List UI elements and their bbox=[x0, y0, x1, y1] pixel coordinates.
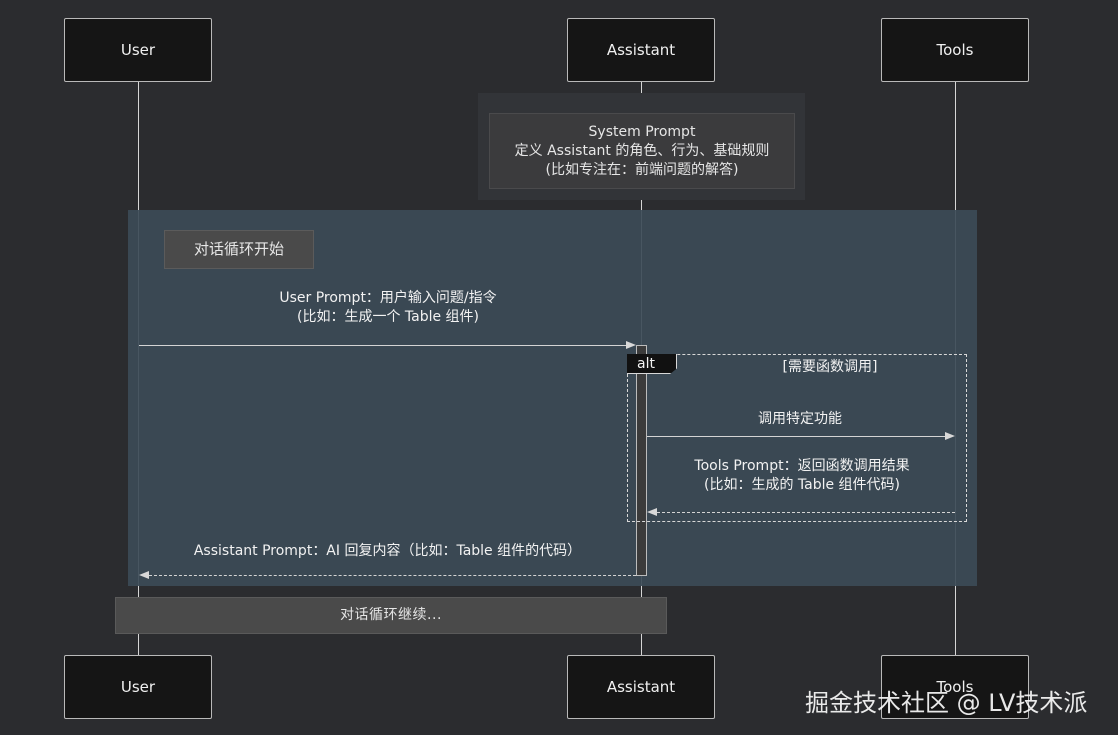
alt-condition: [需要函数调用] bbox=[782, 359, 878, 375]
user-prompt-label: User Prompt：用户输入问题/指令 (比如：生成一个 Table 组件) bbox=[238, 289, 538, 327]
assistant-to-user-arrowhead bbox=[139, 571, 149, 579]
tools-prompt-line-2: (比如：生成的 Table 组件代码) bbox=[703, 477, 901, 493]
assistant-reply-label: Assistant Prompt：AI 回复内容（比如：Table 组件的代码） bbox=[193, 543, 582, 559]
loop-continue-note: 对话循环继续... bbox=[115, 597, 667, 634]
assistant-actor-bottom: Assistant bbox=[567, 655, 715, 719]
tools-prompt-label: Tools Prompt：返回函数调用结果 (比如：生成的 Table 组件代码… bbox=[662, 457, 942, 495]
alt-fragment bbox=[627, 354, 967, 522]
assistant-actor-top: Assistant bbox=[567, 18, 715, 82]
user-to-assistant-arrowhead bbox=[626, 341, 636, 349]
assistant-to-tools-arrowhead bbox=[945, 432, 955, 440]
tools-actor-top: Tools bbox=[881, 18, 1029, 82]
user-prompt-line-2: (比如：生成一个 Table 组件) bbox=[296, 309, 480, 325]
assistant-to-user-arrow bbox=[149, 575, 636, 576]
user-prompt-line-1: User Prompt：用户输入问题/指令 bbox=[279, 290, 497, 306]
loop-start-note: 对话循环开始 bbox=[164, 230, 314, 269]
user-actor-top: User bbox=[64, 18, 212, 82]
call-tool-label: 调用特定功能 bbox=[758, 411, 842, 427]
user-to-assistant-arrow bbox=[139, 345, 626, 346]
tools-to-assistant-arrow bbox=[657, 512, 955, 513]
assistant-to-tools-arrow bbox=[647, 436, 945, 437]
alt-label: alt bbox=[627, 354, 677, 374]
tools-prompt-line-1: Tools Prompt：返回函数调用结果 bbox=[694, 458, 910, 474]
system-prompt-note: System Prompt 定义 Assistant 的角色、行为、基础规则 (… bbox=[489, 113, 795, 189]
system-prompt-description: 定义 Assistant 的角色、行为、基础规则 bbox=[514, 142, 770, 159]
tools-to-assistant-arrowhead bbox=[647, 508, 657, 516]
watermark-text: 掘金技术社区 @ LV技术派 bbox=[805, 689, 1088, 717]
user-actor-bottom: User bbox=[64, 655, 212, 719]
system-prompt-example: (比如专注在：前端问题的解答) bbox=[545, 161, 739, 178]
system-prompt-title: System Prompt bbox=[588, 123, 696, 140]
